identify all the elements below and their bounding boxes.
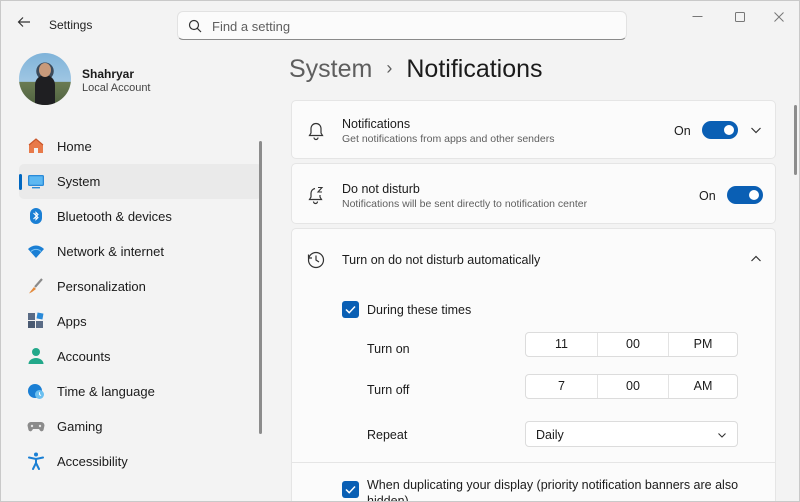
sidebar-item-gaming[interactable]: Gaming — [19, 409, 262, 444]
close-icon — [774, 12, 784, 22]
system-icon — [28, 175, 44, 189]
bluetooth-icon — [30, 208, 42, 224]
dnd-state: On — [699, 189, 716, 203]
home-icon — [28, 138, 44, 153]
section-divider — [291, 462, 776, 463]
page-title: Notifications — [406, 55, 543, 83]
turn-on-time-picker[interactable]: 11 00 PM — [525, 332, 738, 357]
auto-dnd-header[interactable]: Turn on do not disturb automatically — [291, 228, 776, 289]
close-button[interactable] — [767, 9, 791, 27]
sidebar-item-label: Home — [57, 139, 92, 154]
dnd-toggle[interactable] — [727, 186, 763, 204]
sidebar-item-label: Gaming — [57, 419, 103, 434]
breadcrumb-separator: › — [386, 58, 393, 78]
search-box[interactable] — [177, 11, 627, 40]
user-name: Shahryar — [82, 67, 135, 81]
accessibility-icon — [28, 452, 44, 470]
chevron-down-icon — [718, 433, 726, 438]
brush-icon — [29, 278, 43, 294]
avatar-face — [39, 63, 51, 77]
chevron-down-icon[interactable] — [749, 123, 763, 137]
search-icon — [188, 19, 202, 33]
clock-icon — [307, 251, 325, 269]
back-arrow-icon — [17, 17, 30, 27]
notifications-card[interactable]: Notifications Get notifications from app… — [291, 100, 776, 159]
maximize-button[interactable] — [728, 9, 752, 27]
avatar-figure — [35, 75, 55, 105]
title-bar: Settings — [1, 1, 799, 47]
turn-off-period[interactable]: AM — [669, 375, 737, 398]
sidebar-item-label: Time & language — [57, 384, 155, 399]
wifi-icon — [28, 245, 44, 258]
during-times-checkbox[interactable] — [342, 301, 359, 318]
turn-off-time-picker[interactable]: 7 00 AM — [525, 374, 738, 399]
duplicating-display-checkbox[interactable] — [342, 481, 359, 498]
turn-off-minute[interactable]: 00 — [598, 375, 668, 398]
app-title: Settings — [49, 18, 93, 32]
bell-icon — [308, 122, 324, 141]
during-times-label: During these times — [367, 303, 472, 317]
account-type: Local Account — [82, 82, 151, 94]
toggle-knob — [724, 125, 734, 135]
sidebar-item-label: Accounts — [57, 349, 111, 364]
sidebar-item-label: Personalization — [57, 279, 146, 294]
gamepad-icon — [27, 422, 45, 432]
toggle-knob — [749, 190, 759, 200]
sidebar-item-personalization[interactable]: Personalization — [19, 269, 262, 304]
sidebar-item-apps[interactable]: Apps — [19, 304, 262, 339]
breadcrumb-parent[interactable]: System — [289, 55, 372, 83]
turn-off-hour[interactable]: 7 — [526, 375, 597, 398]
duplicating-display-label: When duplicating your display (priority … — [367, 478, 739, 502]
sidebar-scrollbar[interactable] — [259, 141, 262, 434]
search-input[interactable] — [212, 17, 612, 35]
accounts-icon — [28, 348, 44, 364]
sidebar-item-label: Network & internet — [57, 244, 164, 259]
sidebar-item-accessibility[interactable]: Accessibility — [19, 444, 262, 479]
maximize-icon — [735, 12, 745, 22]
dnd-description: Notifications will be sent directly to n… — [342, 198, 588, 210]
notifications-description: Get notifications from apps and other se… — [342, 133, 555, 145]
globe-clock-icon — [28, 384, 44, 399]
dnd-title: Do not disturb — [342, 182, 420, 196]
repeat-label: Repeat — [367, 428, 408, 442]
auto-dnd-title: Turn on do not disturb automatically — [342, 253, 541, 267]
apps-icon — [28, 312, 44, 328]
do-not-disturb-card: Do not disturb Notifications will be sen… — [291, 163, 776, 224]
sidebar-item-home[interactable]: Home — [19, 129, 262, 164]
breadcrumb: System › Notifications — [289, 55, 543, 84]
sidebar-item-label: Bluetooth & devices — [57, 209, 172, 224]
turn-off-label: Turn off — [367, 383, 410, 397]
notifications-state: On — [674, 124, 691, 138]
snooze-bell-icon — [308, 186, 324, 205]
sidebar-item-system[interactable]: System — [19, 164, 262, 199]
sidebar-item-label: Accessibility — [57, 454, 128, 469]
settings-window: Settings Shahryar Local Account Home — [0, 0, 800, 502]
back-button[interactable] — [13, 14, 35, 36]
minimize-button[interactable] — [685, 9, 709, 27]
notifications-toggle[interactable] — [702, 121, 738, 139]
turn-on-minute[interactable]: 00 — [598, 333, 668, 356]
notifications-title: Notifications — [342, 117, 411, 131]
minimize-icon — [692, 16, 702, 17]
sidebar-item-label: System — [57, 174, 101, 189]
active-indicator — [19, 174, 22, 190]
chevron-up-icon[interactable] — [749, 252, 763, 266]
repeat-dropdown[interactable]: Daily — [525, 421, 738, 447]
sidebar-item-network[interactable]: Network & internet — [19, 234, 262, 269]
turn-on-period[interactable]: PM — [669, 333, 737, 356]
sidebar-item-bluetooth[interactable]: Bluetooth & devices — [19, 199, 262, 234]
sidebar-item-label: Apps — [57, 314, 87, 329]
checkmark-icon — [345, 305, 356, 314]
sidebar-item-time-language[interactable]: Time & language — [19, 374, 262, 409]
avatar[interactable] — [19, 53, 71, 105]
repeat-value: Daily — [536, 428, 564, 442]
turn-on-label: Turn on — [367, 342, 410, 356]
main-scrollbar[interactable] — [794, 105, 797, 175]
sidebar-item-accounts[interactable]: Accounts — [19, 339, 262, 374]
sidebar-nav: Home System Bluetooth & devices Network … — [19, 129, 262, 479]
checkmark-icon — [345, 485, 356, 494]
turn-on-hour[interactable]: 11 — [526, 333, 597, 356]
